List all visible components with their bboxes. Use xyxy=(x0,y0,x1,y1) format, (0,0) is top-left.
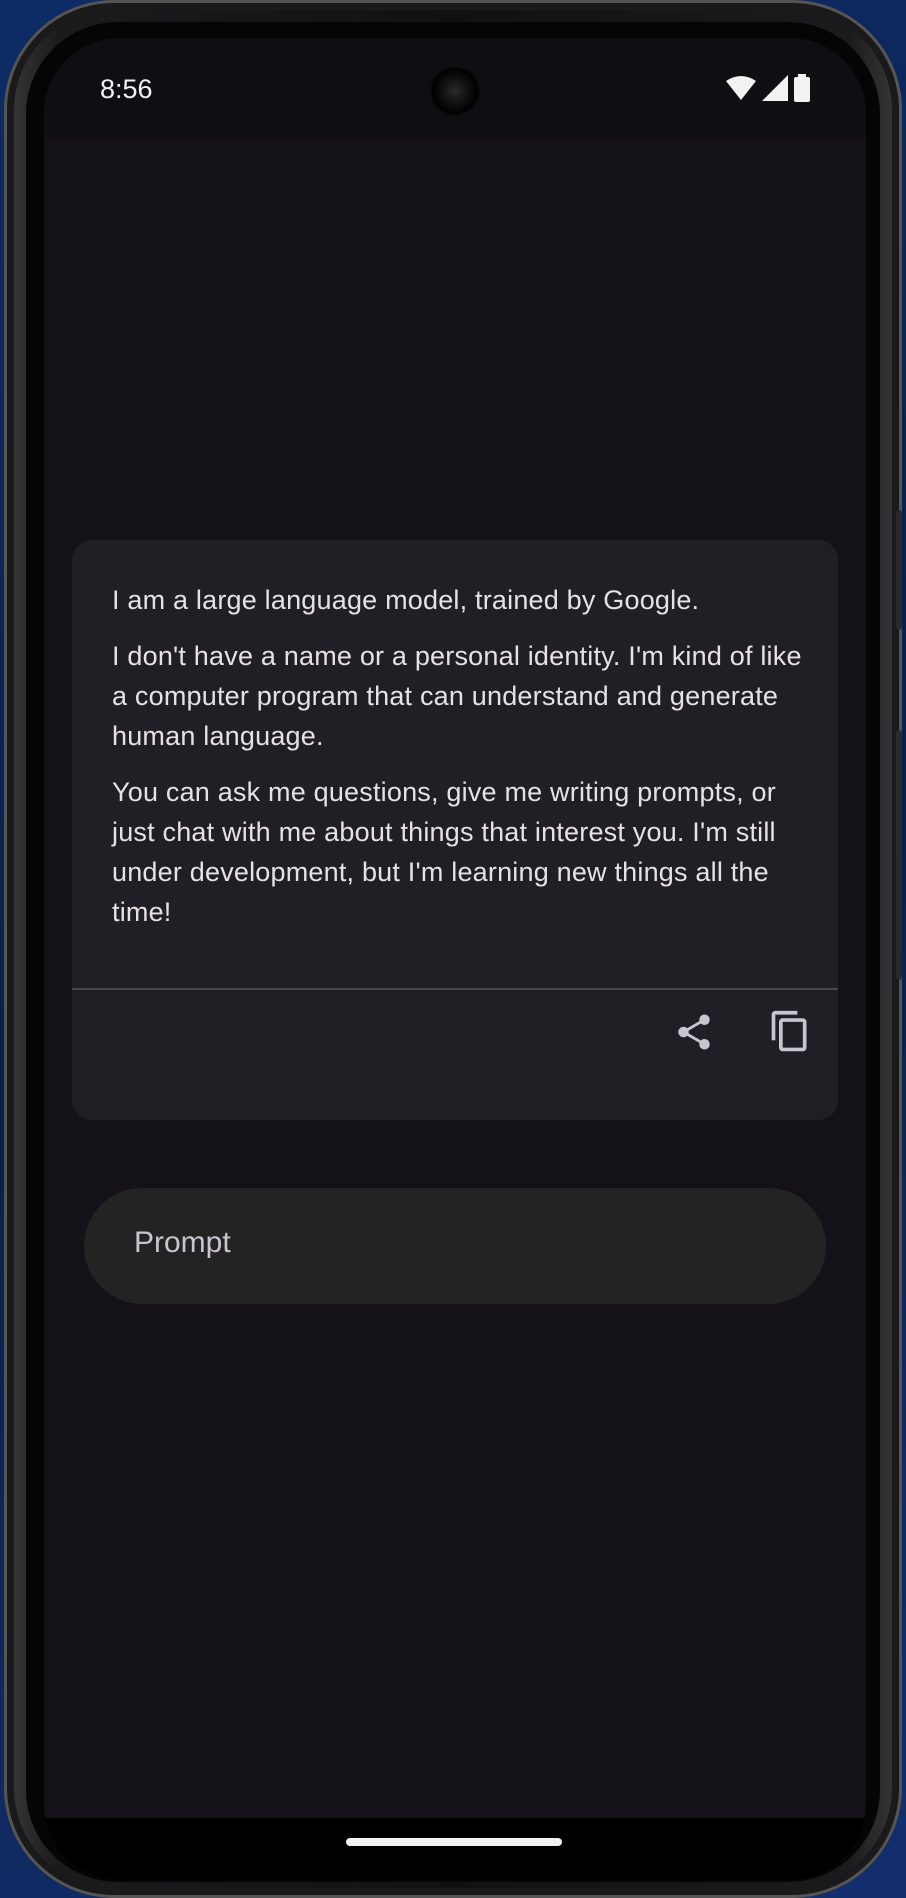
response-paragraph: I don't have a name or a personal identi… xyxy=(112,641,802,751)
battery-icon xyxy=(794,74,810,107)
card-actions xyxy=(670,1010,814,1058)
home-gesture-handle[interactable] xyxy=(346,1838,562,1846)
volume-button xyxy=(896,730,902,980)
side-button xyxy=(896,510,902,630)
response-paragraph: I am a large language model, trained by … xyxy=(112,585,700,615)
share-icon xyxy=(673,1011,715,1058)
response-card: I am a large language model, trained by … xyxy=(72,540,838,1120)
prompt-placeholder: Prompt xyxy=(134,1226,231,1259)
copy-icon xyxy=(768,1009,812,1060)
status-icons xyxy=(726,74,810,107)
screen: 8:56 I am a large language model, traine… xyxy=(44,38,866,1880)
signal-icon xyxy=(762,75,788,106)
front-camera xyxy=(432,68,478,114)
response-paragraph: You can ask me questions, give me writin… xyxy=(112,777,776,927)
wifi-icon xyxy=(726,75,756,106)
phone-frame: 8:56 I am a large language model, traine… xyxy=(4,0,902,1898)
share-button[interactable] xyxy=(670,1010,718,1058)
prompt-input[interactable]: Prompt xyxy=(84,1188,826,1304)
status-bar: 8:56 xyxy=(44,38,866,138)
navigation-bar xyxy=(44,1818,866,1880)
card-divider xyxy=(72,988,838,990)
status-time: 8:56 xyxy=(100,74,153,104)
response-text: I am a large language model, trained by … xyxy=(112,580,812,948)
copy-button[interactable] xyxy=(766,1010,814,1058)
